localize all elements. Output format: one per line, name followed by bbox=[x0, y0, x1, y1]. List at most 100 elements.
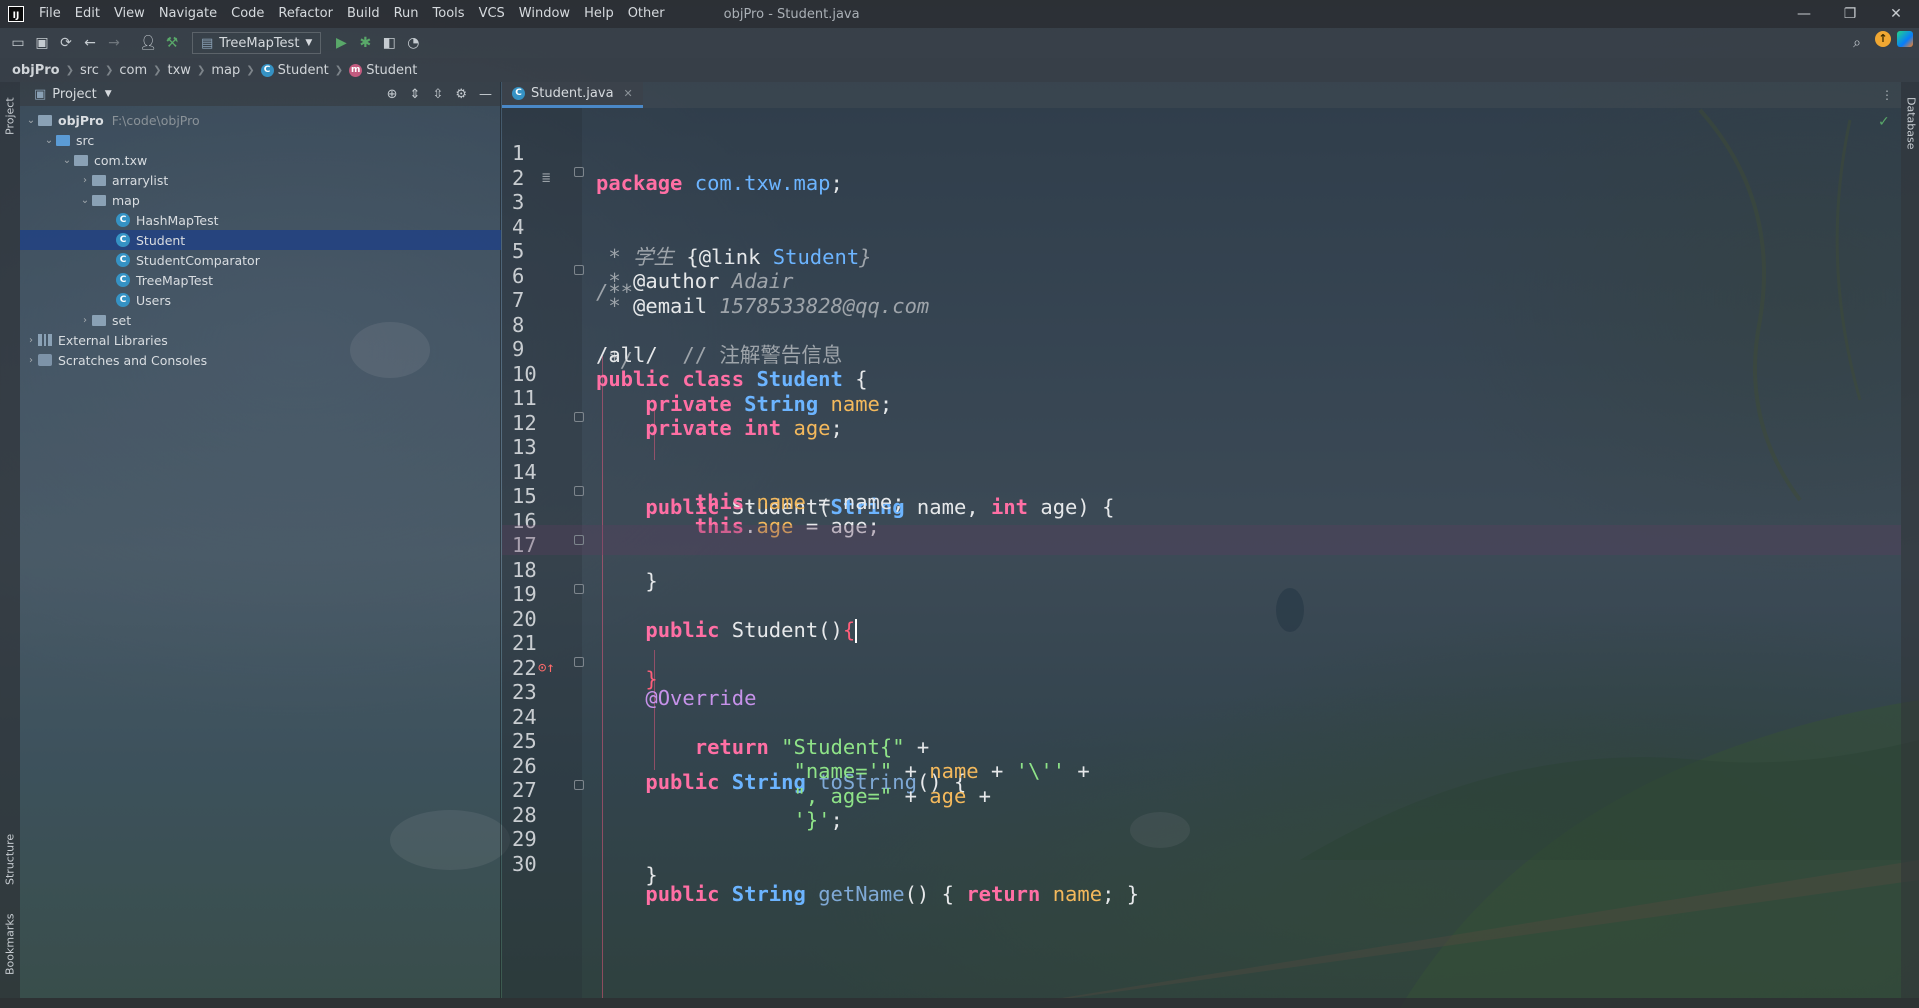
fold-icon[interactable] bbox=[574, 412, 584, 422]
tree-item-users[interactable]: C Users bbox=[20, 290, 501, 310]
menu-navigate[interactable]: Navigate bbox=[152, 0, 224, 28]
project-panel-title[interactable]: Project bbox=[52, 87, 96, 102]
left-tool-strip: Project Structure Bookmarks bbox=[0, 82, 20, 998]
chevron-right-icon: ❯ bbox=[334, 64, 344, 76]
breadcrumb-com[interactable]: com bbox=[119, 63, 147, 78]
tree-item-set[interactable]: › set bbox=[20, 310, 501, 330]
coverage-icon[interactable]: ◧ bbox=[377, 31, 401, 55]
breadcrumb-map[interactable]: map bbox=[211, 63, 240, 78]
tree-item-src[interactable]: ⌄ src bbox=[20, 130, 501, 150]
menu-vcs[interactable]: VCS bbox=[472, 0, 512, 28]
fold-icon[interactable] bbox=[574, 657, 584, 667]
tree-item-objpro[interactable]: ⌄ objPro F:\code\objPro bbox=[20, 110, 501, 130]
fold-icon[interactable] bbox=[574, 779, 584, 790]
fold-icon[interactable] bbox=[574, 534, 584, 545]
project-panel: ▣ Project ▼ ⊕ ⇕ ⇳ ⚙ — ⌄ objPro F:\code\o… bbox=[20, 82, 501, 998]
fold-icon[interactable] bbox=[574, 167, 584, 177]
menu-edit[interactable]: Edit bbox=[68, 0, 107, 28]
tree-item-label: TreeMapTest bbox=[136, 272, 214, 288]
back-arrow-icon[interactable]: ← bbox=[78, 31, 102, 55]
tree-item-studentcomparator[interactable]: C StudentComparator bbox=[20, 250, 501, 270]
menu-build[interactable]: Build bbox=[340, 0, 387, 28]
chevron-down-icon[interactable]: ⌄ bbox=[78, 195, 92, 206]
open-folder-icon[interactable]: ▭ bbox=[6, 31, 30, 55]
tree-item-external-libraries[interactable]: › External Libraries bbox=[20, 330, 501, 350]
close-tab-icon[interactable]: ✕ bbox=[624, 87, 633, 100]
menu-tools[interactable]: Tools bbox=[426, 0, 472, 28]
tree-item-treemaptest[interactable]: C TreeMapTest bbox=[20, 270, 501, 290]
run-icon[interactable]: ▶ bbox=[329, 31, 353, 55]
chevron-down-icon: ▼ bbox=[305, 38, 313, 48]
chevron-right-icon: ❯ bbox=[65, 64, 74, 76]
breadcrumb-class[interactable]: C Student bbox=[260, 63, 329, 78]
tree-item-label: set bbox=[112, 312, 132, 328]
expand-all-icon[interactable]: ⇕ bbox=[410, 87, 421, 102]
menu-refactor[interactable]: Refactor bbox=[271, 0, 340, 28]
debug-icon[interactable]: ✱ bbox=[353, 31, 377, 55]
chevron-down-icon[interactable]: ▼ bbox=[105, 89, 112, 99]
menu-file[interactable]: File bbox=[32, 0, 68, 28]
update-icon[interactable]: ↑ bbox=[1875, 31, 1891, 47]
close-button[interactable]: ✕ bbox=[1873, 6, 1919, 22]
code-editor[interactable]: 1 package com.txw.map; 2 3 ≣ /** 4 * 学生 … bbox=[502, 108, 1901, 998]
tree-item-com-txw[interactable]: ⌄ com.txw bbox=[20, 150, 501, 170]
class-icon: C bbox=[116, 253, 130, 267]
run-config-select[interactable]: ▤ TreeMapTest ▼ bbox=[192, 32, 322, 54]
fold-icon[interactable] bbox=[574, 583, 584, 594]
bookmarks-tool-tab[interactable]: Bookmarks bbox=[0, 906, 20, 982]
intellij-logo-icon[interactable]: IJ bbox=[8, 6, 24, 22]
gear-icon[interactable]: ⚙ bbox=[455, 87, 467, 102]
tree-item-hashmaptest[interactable]: C HashMapTest bbox=[20, 210, 501, 230]
breadcrumb-method-label: Student bbox=[366, 62, 418, 78]
menu-help[interactable]: Help bbox=[577, 0, 621, 28]
database-tool-tab[interactable]: Database bbox=[1901, 88, 1919, 158]
rendered-doc-icon[interactable]: ≣ bbox=[542, 163, 558, 186]
profile-icon[interactable]: ◔ bbox=[401, 31, 425, 55]
save-all-icon[interactable]: ▣ bbox=[30, 31, 54, 55]
panel-header-icons: ⊕ ⇕ ⇳ ⚙ — bbox=[387, 87, 500, 102]
fold-icon[interactable] bbox=[574, 485, 584, 496]
chevron-down-icon[interactable]: ⌄ bbox=[60, 155, 74, 166]
chevron-right-icon[interactable]: › bbox=[78, 175, 92, 186]
menu-code[interactable]: Code bbox=[224, 0, 271, 28]
restore-button[interactable]: ❐ bbox=[1827, 6, 1873, 22]
chevron-down-icon[interactable]: ⌄ bbox=[24, 115, 38, 126]
jetbrains-toolbox-icon[interactable] bbox=[1897, 31, 1913, 47]
tree-item-label: objPro bbox=[58, 112, 104, 128]
override-marker-icon[interactable]: ⊙↑ bbox=[538, 653, 555, 676]
tree-item-label: Student bbox=[136, 232, 186, 248]
tree-item-arrarylist[interactable]: › arrarylist bbox=[20, 170, 501, 190]
tree-item-scratches[interactable]: › Scratches and Consoles bbox=[20, 350, 501, 370]
chevron-right-icon[interactable]: › bbox=[24, 355, 38, 366]
chevron-right-icon: ❯ bbox=[246, 64, 255, 76]
chevron-right-icon[interactable]: › bbox=[24, 335, 38, 346]
tab-student-java[interactable]: C Student.java ✕ bbox=[502, 82, 643, 108]
menu-run[interactable]: Run bbox=[387, 0, 426, 28]
menu-other[interactable]: Other bbox=[621, 0, 672, 28]
user-icon[interactable]: 👤︎ bbox=[136, 31, 160, 55]
chevron-right-icon[interactable]: › bbox=[78, 315, 92, 326]
fold-icon[interactable] bbox=[574, 265, 584, 275]
minimize-button[interactable]: — bbox=[1781, 6, 1827, 22]
editor-tab-bar: C Student.java ✕ ⋮ bbox=[502, 82, 1901, 108]
menu-view[interactable]: View bbox=[107, 0, 152, 28]
tree-item-map[interactable]: ⌄ map bbox=[20, 190, 501, 210]
build-hammer-icon[interactable]: ⚒ bbox=[160, 31, 184, 55]
breadcrumb-txw[interactable]: txw bbox=[168, 63, 191, 78]
breadcrumb-src[interactable]: src bbox=[80, 63, 99, 78]
search-icon[interactable]: ⌕ bbox=[1845, 31, 1869, 55]
chevron-down-icon[interactable]: ⌄ bbox=[42, 135, 56, 146]
breadcrumb-project[interactable]: objPro bbox=[12, 63, 60, 78]
more-vertical-icon[interactable]: ⋮ bbox=[1873, 82, 1901, 108]
structure-tool-tab[interactable]: Structure bbox=[0, 824, 20, 894]
hide-icon[interactable]: — bbox=[479, 87, 492, 102]
forward-arrow-icon[interactable]: → bbox=[102, 31, 126, 55]
breadcrumb-method[interactable]: m Student bbox=[349, 63, 417, 78]
project-tool-tab[interactable]: Project bbox=[0, 88, 20, 144]
chevron-right-icon: ❯ bbox=[196, 64, 206, 76]
tree-item-student[interactable]: C Student bbox=[20, 230, 501, 250]
menu-window[interactable]: Window bbox=[512, 0, 577, 28]
collapse-all-icon[interactable]: ⇳ bbox=[432, 87, 443, 102]
locate-icon[interactable]: ⊕ bbox=[387, 87, 398, 102]
sync-icon[interactable]: ⟳ bbox=[54, 31, 78, 55]
